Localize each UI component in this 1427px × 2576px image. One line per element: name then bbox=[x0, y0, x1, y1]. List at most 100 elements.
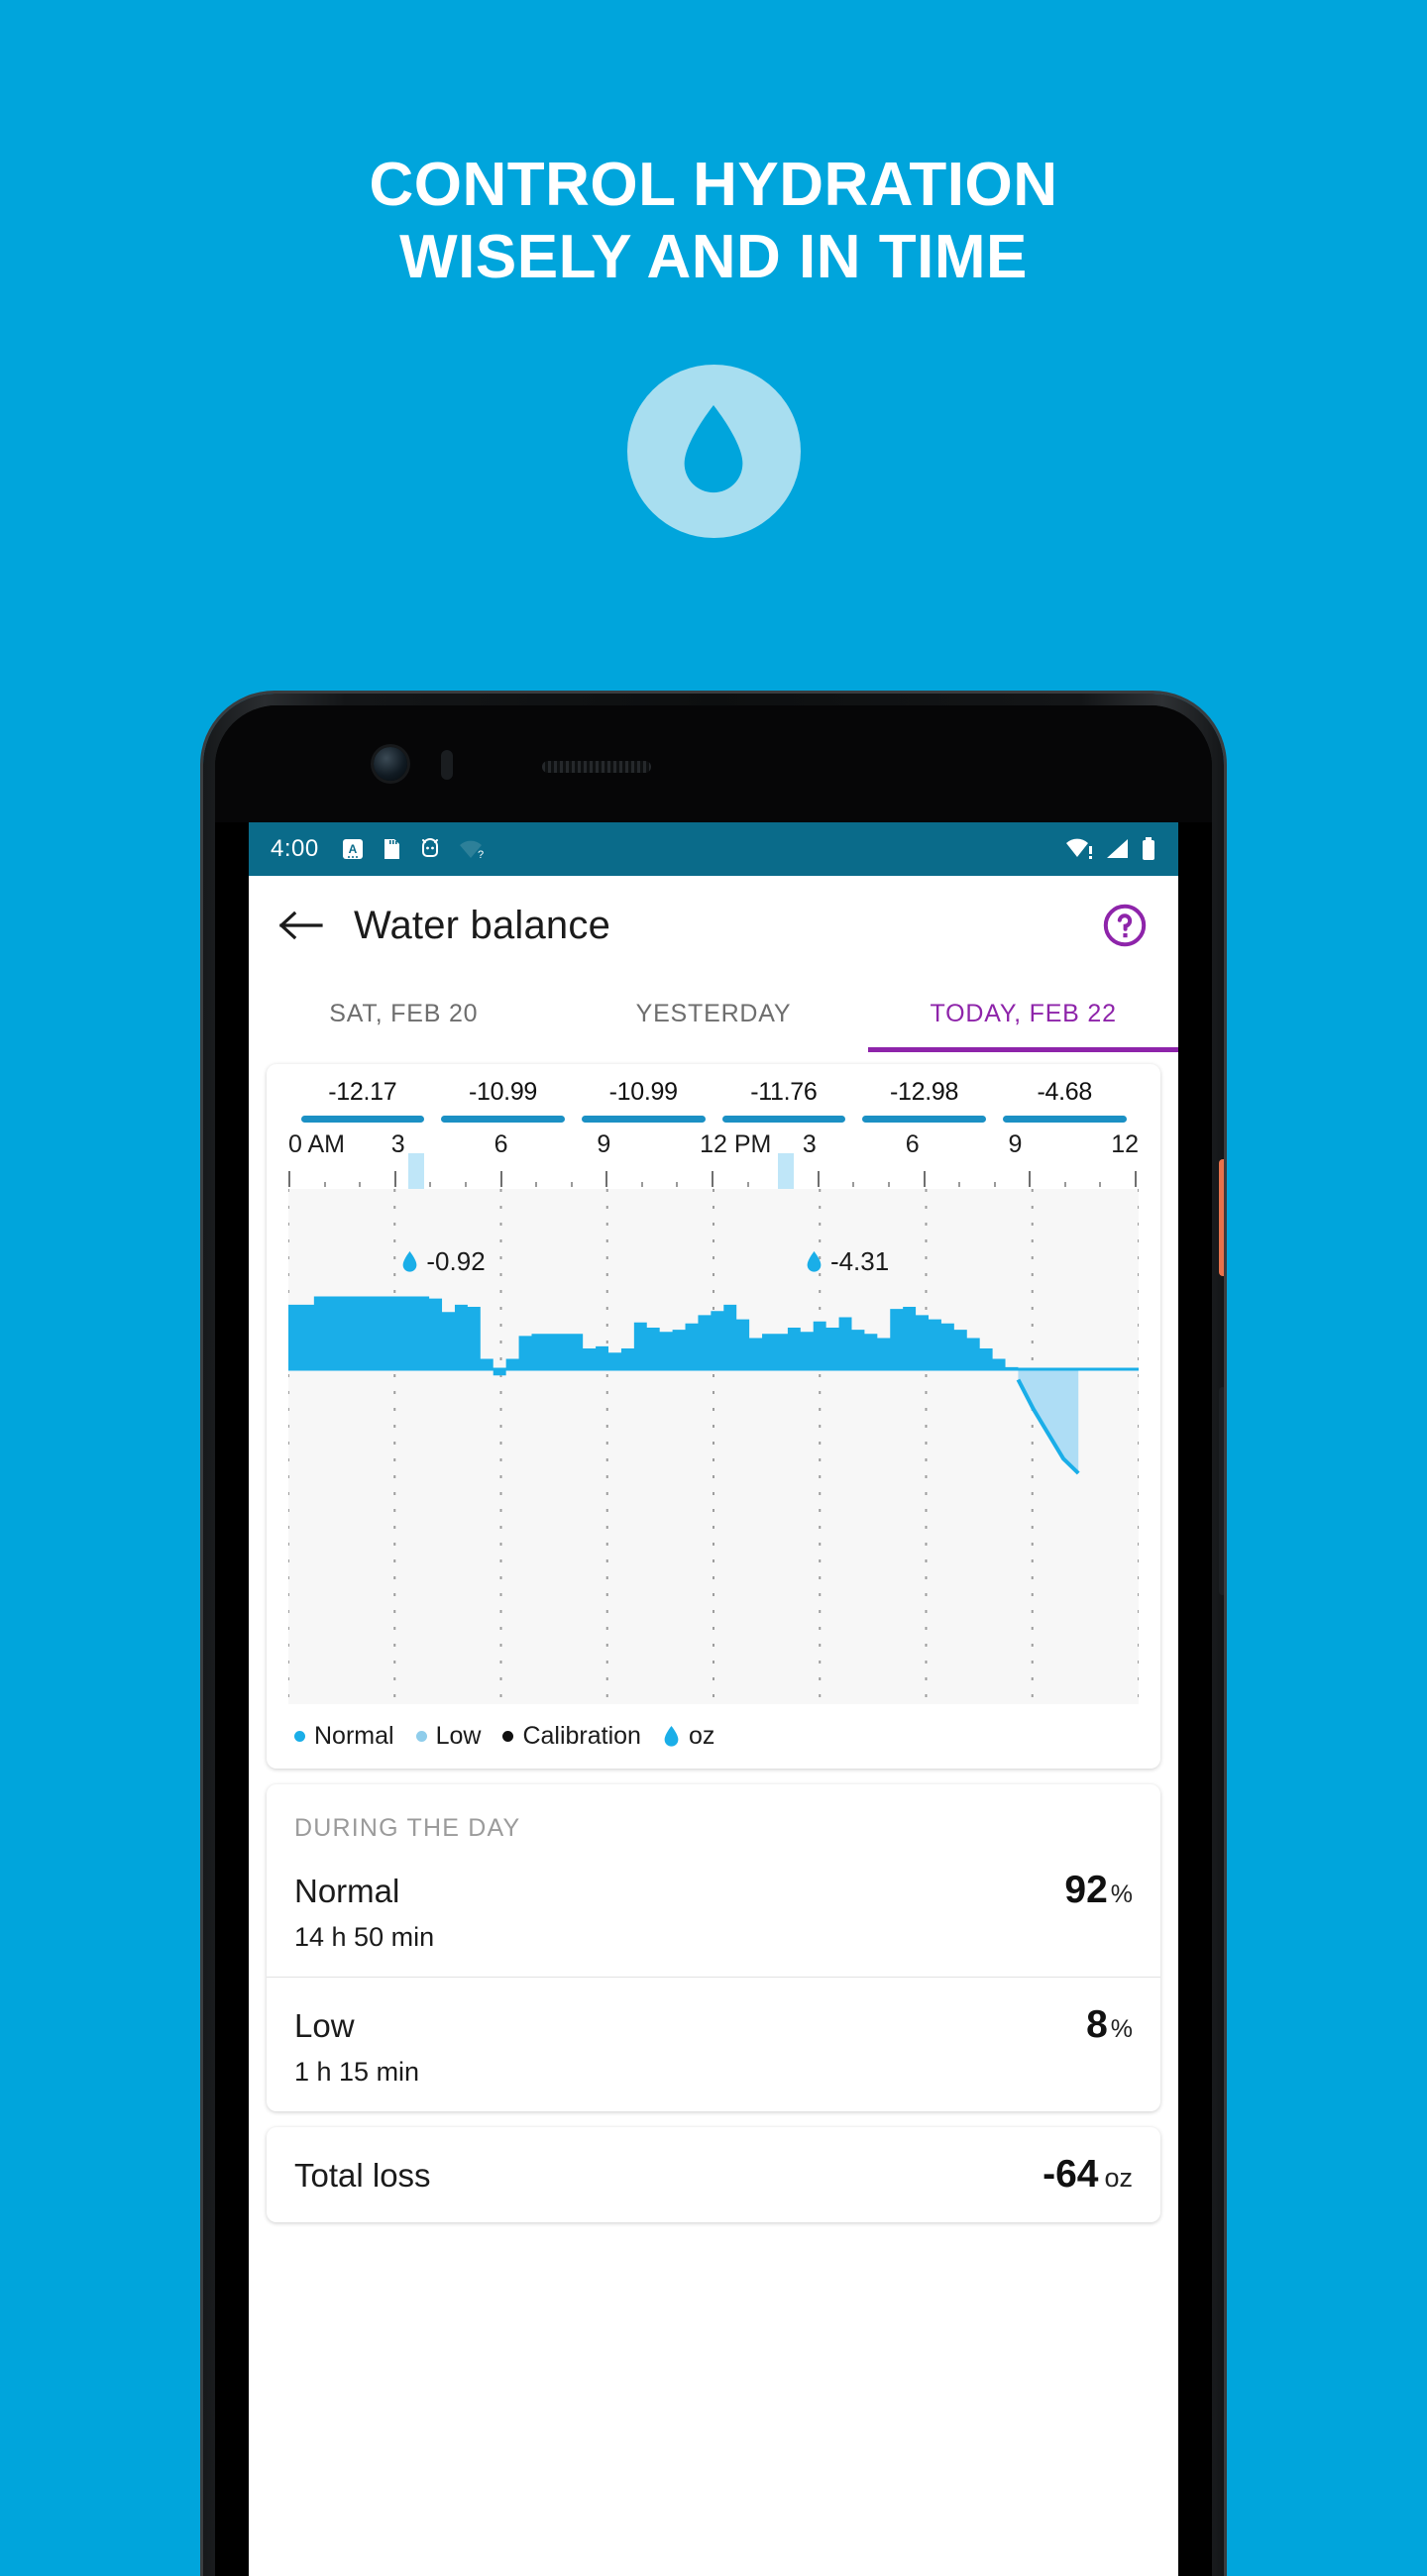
status-bar: 4:00 A ? bbox=[249, 822, 1178, 876]
axis-tick bbox=[1135, 1171, 1137, 1187]
phone-screen: 4:00 A ? Water balance SAT, FEB 20 YESTE… bbox=[249, 822, 1178, 2576]
headline-line-2: WISELY AND IN TIME bbox=[399, 223, 1028, 292]
summary-value: -10.99 bbox=[468, 1078, 538, 1106]
axis-tick-label: 9 bbox=[597, 1130, 611, 1158]
stat-name: Low bbox=[294, 2007, 355, 2044]
chart-annotation-1: -0.92 bbox=[401, 1246, 486, 1277]
chart-legend: Normal Low Calibration oz bbox=[267, 1704, 1160, 1769]
summary-bar bbox=[441, 1116, 565, 1123]
legend-label: Low bbox=[435, 1722, 482, 1750]
stat-row-low: Low 8 % 1 h 15 min bbox=[267, 1977, 1160, 2111]
headline-line-1: CONTROL HYDRATION bbox=[369, 151, 1058, 219]
total-loss-value: -64 bbox=[1043, 2153, 1099, 2196]
letter-a-badge-icon: A bbox=[342, 839, 363, 859]
sd-card-icon bbox=[384, 839, 399, 859]
tab-yesterday[interactable]: YESTERDAY bbox=[559, 975, 869, 1052]
axis-tick bbox=[852, 1182, 855, 1187]
annotation-label: -4.31 bbox=[829, 1246, 890, 1276]
stat-row-normal: Normal 92 % 14 h 50 min bbox=[267, 1843, 1160, 1977]
app-bar: Water balance bbox=[249, 876, 1178, 975]
tab-sat-feb-20[interactable]: SAT, FEB 20 bbox=[249, 975, 559, 1052]
summary-bar bbox=[581, 1116, 706, 1123]
chart-axis-ticks bbox=[288, 1153, 1139, 1193]
water-balance-chart-card: -12.17 -10.99 -10.99 -11.76 -12.98 -4.68… bbox=[267, 1064, 1160, 1769]
legend-item-normal: Normal bbox=[294, 1722, 394, 1751]
legend-item-calibration: Calibration bbox=[502, 1722, 641, 1751]
android-debug-icon bbox=[421, 838, 438, 857]
water-drop-icon bbox=[807, 1250, 822, 1272]
water-drop-icon bbox=[664, 1725, 679, 1747]
status-bar-right-icons bbox=[1065, 836, 1156, 862]
power-button[interactable] bbox=[1219, 1159, 1224, 1276]
summary-value: -12.17 bbox=[328, 1078, 397, 1106]
help-button[interactable] bbox=[1097, 898, 1153, 953]
app-logo bbox=[626, 365, 801, 539]
chart-summary-row: -12.17 -10.99 -10.99 -11.76 -12.98 -4.68 bbox=[267, 1078, 1160, 1123]
axis-tick bbox=[1063, 1182, 1066, 1187]
stat-unit: % bbox=[1110, 1880, 1133, 1908]
cell-signal-icon bbox=[1107, 839, 1128, 858]
axis-tick bbox=[993, 1182, 996, 1187]
axis-tick bbox=[923, 1171, 926, 1187]
summary-bar bbox=[721, 1116, 846, 1123]
axis-tick bbox=[393, 1171, 396, 1187]
arrow-back-icon bbox=[278, 911, 323, 940]
help-circle-icon bbox=[1103, 904, 1147, 947]
chart-annotation-2: -4.31 bbox=[806, 1246, 889, 1277]
earpiece-speaker bbox=[542, 761, 651, 773]
axis-tick bbox=[464, 1182, 467, 1187]
axis-tick-label: 12 bbox=[1111, 1130, 1140, 1158]
tab-today-feb-22[interactable]: TODAY, FEB 22 bbox=[868, 975, 1178, 1052]
axis-tick bbox=[1099, 1182, 1102, 1187]
axis-highlight-band bbox=[407, 1153, 424, 1193]
stat-value: 8 bbox=[1086, 2003, 1108, 2046]
legend-item-oz: oz bbox=[663, 1722, 714, 1751]
phone-body: 4:00 A ? Water balance SAT, FEB 20 YESTE… bbox=[215, 705, 1212, 2576]
summary-bar bbox=[1002, 1116, 1127, 1123]
chart-x-axis-labels: 0 AM 3 6 9 12 PM 3 6 9 12 bbox=[267, 1123, 1160, 1159]
axis-tick bbox=[958, 1182, 961, 1187]
phone-mockup: 4:00 A ? Water balance SAT, FEB 20 YESTE… bbox=[203, 694, 1224, 2576]
axis-tick bbox=[323, 1182, 326, 1187]
stat-duration: 14 h 50 min bbox=[294, 1922, 435, 1952]
axis-tick-label: 3 bbox=[390, 1130, 405, 1158]
status-bar-left-icons: A ? bbox=[341, 837, 484, 861]
promo-banner: CONTROL HYDRATION WISELY AND IN TIME bbox=[0, 0, 1427, 694]
water-drop-icon bbox=[684, 404, 743, 492]
phone-bezel-top bbox=[215, 705, 1212, 822]
summary-item: -4.68 bbox=[994, 1078, 1135, 1123]
legend-dot-icon bbox=[502, 1731, 514, 1742]
axis-tick bbox=[1029, 1171, 1032, 1187]
axis-tick-label: 9 bbox=[1008, 1130, 1023, 1158]
page-content: -12.17 -10.99 -10.99 -11.76 -12.98 -4.68… bbox=[249, 1052, 1178, 2576]
legend-label: Calibration bbox=[522, 1722, 641, 1750]
stat-duration: 1 h 15 min bbox=[294, 2057, 420, 2087]
summary-item: -11.76 bbox=[714, 1078, 854, 1123]
axis-tick bbox=[359, 1182, 362, 1187]
page-title: Water balance bbox=[354, 903, 611, 947]
axis-tick bbox=[499, 1171, 502, 1187]
summary-value: -10.99 bbox=[608, 1078, 678, 1106]
front-camera bbox=[374, 747, 407, 781]
summary-item: -12.98 bbox=[854, 1078, 995, 1123]
axis-tick bbox=[712, 1171, 714, 1187]
back-button[interactable] bbox=[274, 900, 326, 951]
axis-highlight-band bbox=[778, 1153, 795, 1193]
summary-value: -4.68 bbox=[1037, 1078, 1092, 1106]
total-loss-label: Total loss bbox=[294, 2157, 431, 2194]
axis-tick bbox=[288, 1171, 290, 1187]
summary-value: -12.98 bbox=[889, 1078, 959, 1106]
legend-item-low: Low bbox=[415, 1722, 482, 1751]
chart-plot-area[interactable]: -0.92 -4.31 bbox=[288, 1189, 1139, 1704]
axis-tick bbox=[746, 1182, 749, 1187]
summary-item: -12.17 bbox=[292, 1078, 433, 1123]
water-drop-icon bbox=[403, 1250, 417, 1272]
annotation-label: -0.92 bbox=[426, 1246, 486, 1276]
proximity-sensor bbox=[441, 750, 453, 780]
axis-tick-label: 0 AM bbox=[288, 1130, 345, 1158]
volume-button[interactable] bbox=[1219, 1387, 1224, 1595]
stat-unit: % bbox=[1110, 2015, 1133, 2043]
svg-text:A: A bbox=[348, 842, 357, 856]
axis-tick-label: 3 bbox=[802, 1130, 817, 1158]
wifi-unknown-icon: ? bbox=[459, 840, 484, 860]
